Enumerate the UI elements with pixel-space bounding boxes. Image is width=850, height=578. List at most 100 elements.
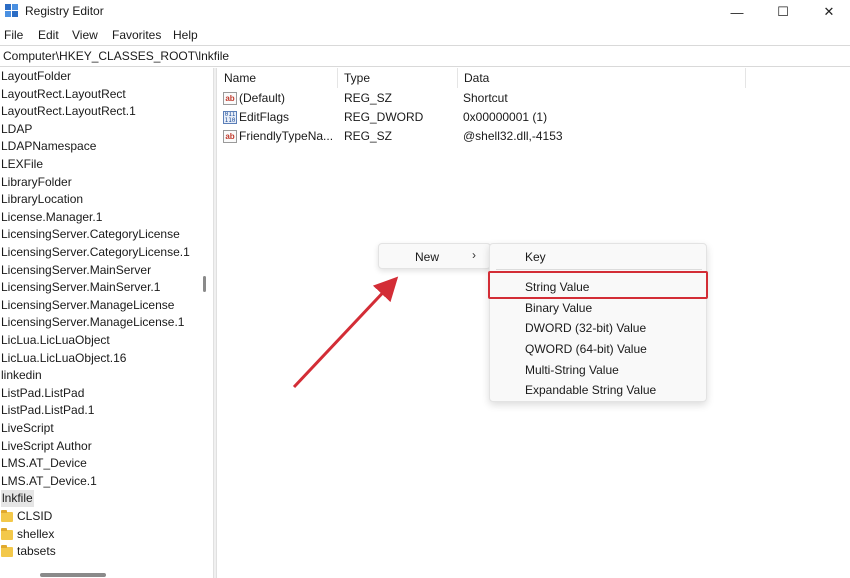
value-data: 0x00000001 (1) xyxy=(463,110,548,124)
tree-item[interactable]: LDAP xyxy=(0,121,196,138)
tree-horizontal-scroll-thumb[interactable] xyxy=(40,573,106,577)
close-button[interactable]: ✕ xyxy=(806,0,850,24)
column-header-name[interactable]: Name xyxy=(218,68,338,88)
submenu-qword-value[interactable]: QWORD (64-bit) Value xyxy=(490,339,708,359)
tree-item[interactable]: LMS.AT_Device.1 xyxy=(0,473,196,490)
tree-item-label: LayoutRect.LayoutRect.1 xyxy=(1,104,136,119)
tree-item-label: LicLua.LicLuaObject.16 xyxy=(1,350,127,365)
column-header-data[interactable]: Data xyxy=(458,68,746,88)
value-type: REG_DWORD xyxy=(344,110,424,124)
title-bar: Registry Editor — ☐ ✕ xyxy=(0,0,850,24)
menu-view[interactable]: View xyxy=(72,28,98,42)
new-submenu: Key String Value Binary Value DWORD (32-… xyxy=(489,243,707,402)
tree-vertical-scrollbar[interactable] xyxy=(199,68,211,578)
tree-item-label: LEXFile xyxy=(1,157,44,171)
tree-item[interactable]: CLSID xyxy=(0,508,196,525)
value-row[interactable]: ab (Default) REG_SZ Shortcut xyxy=(218,89,850,108)
value-name: EditFlags xyxy=(239,110,290,124)
address-path[interactable]: Computer\HKEY_CLASSES_ROOT\lnkfile xyxy=(3,49,229,63)
tree-item[interactable]: tabsets xyxy=(0,543,196,560)
folder-icon xyxy=(1,545,13,558)
tree-item[interactable]: LEXFile xyxy=(0,156,196,173)
tree-item[interactable]: LicensingServer.CategoryLicense xyxy=(0,226,196,243)
tree-item-label: ListPad.ListPad.1 xyxy=(1,403,95,418)
tree-item-label: ListPad.ListPad xyxy=(1,385,85,400)
tree-item-label: tabsets xyxy=(17,544,56,559)
submenu-multi-string-value[interactable]: Multi-String Value xyxy=(490,360,708,380)
tree-item[interactable]: LibraryLocation xyxy=(0,191,196,208)
submenu-dword-value[interactable]: DWORD (32-bit) Value xyxy=(490,318,708,338)
submenu-multi-string-value-label: Multi-String Value xyxy=(525,363,619,377)
tree-item-label: LayoutRect.LayoutRect xyxy=(1,86,126,101)
submenu-separator xyxy=(496,269,702,270)
tree-item-label: LDAPNamespace xyxy=(1,139,97,154)
submenu-binary-value[interactable]: Binary Value xyxy=(490,298,708,318)
tree-item-label: LMS.AT_Device xyxy=(1,456,87,471)
registry-editor-icon xyxy=(5,4,19,18)
tree-item[interactable]: ListPad.ListPad xyxy=(0,385,196,402)
submenu-dword-value-label: DWORD (32-bit) Value xyxy=(525,321,647,335)
tree-item-label: License.Manager.1 xyxy=(1,209,103,224)
maximize-button[interactable]: ☐ xyxy=(760,0,806,24)
menu-favorites[interactable]: Favorites xyxy=(112,28,161,42)
tree-item-label: lnkfile xyxy=(1,490,34,508)
tree-item[interactable]: LibraryFolder xyxy=(0,174,196,191)
tree-item[interactable]: ListPad.ListPad.1 xyxy=(0,402,196,419)
tree-item[interactable]: shellex xyxy=(0,526,196,543)
submenu-key-label: Key xyxy=(525,250,546,264)
folder-icon xyxy=(1,527,13,540)
value-row[interactable]: ab FriendlyTypeNa... REG_SZ @shell32.dll,-4… xyxy=(218,127,850,146)
tree-item[interactable]: LicensingServer.MainServer xyxy=(0,262,196,279)
tree-scroll-thumb[interactable] xyxy=(203,276,206,292)
tree-item[interactable]: LicLua.LicLuaObject xyxy=(0,332,196,349)
key-tree[interactable]: LayoutFolder LayoutRect.LayoutRect LayoutR… xyxy=(0,68,196,578)
tree-item[interactable]: LicensingServer.ManageLicense.1 xyxy=(0,314,196,331)
tree-item[interactable]: LDAPNamespace xyxy=(0,138,196,155)
tree-item[interactable]: LicensingServer.MainServer.1 xyxy=(0,279,196,296)
tree-item[interactable]: LayoutRect.LayoutRect.1 xyxy=(0,103,196,120)
close-icon: ✕ xyxy=(823,4,835,19)
tree-item[interactable]: LicensingServer.CategoryLicense.1 xyxy=(0,244,196,261)
tree-item[interactable]: lnkfile xyxy=(0,490,196,508)
value-data: @shell32.dll,-4153 xyxy=(463,129,563,143)
highlight-annotation xyxy=(488,271,708,299)
value-row[interactable]: 011 110 EditFlags REG_DWORD 0x00000001 (1) xyxy=(218,108,850,127)
binary-value-icon: 011 110 xyxy=(223,111,237,124)
tree-item-label: LicLua.LicLuaObject xyxy=(1,333,110,347)
column-header-type[interactable]: Type xyxy=(338,68,458,88)
pane-splitter[interactable] xyxy=(213,68,217,578)
tree-item-label: LicensingServer.MainServer xyxy=(1,262,152,277)
menu-edit[interactable]: Edit xyxy=(38,28,59,42)
tree-item-label: LiveScript xyxy=(1,421,54,435)
minimize-button[interactable]: — xyxy=(714,0,760,24)
address-bar[interactable]: Computer\HKEY_CLASSES_ROOT\lnkfile xyxy=(0,45,850,67)
tree-item[interactable]: License.Manager.1 xyxy=(0,209,196,226)
tree-item-label: linkedin xyxy=(1,368,42,383)
window-title: Registry Editor xyxy=(25,4,104,18)
tree-item[interactable]: LayoutRect.LayoutRect xyxy=(0,86,196,103)
tree-item[interactable]: LMS.AT_Device xyxy=(0,455,196,472)
tree-item-label: LicensingServer.CategoryLicense xyxy=(1,227,180,242)
submenu-expandable-string-value[interactable]: Expandable String Value xyxy=(490,380,708,400)
tree-item[interactable]: LayoutFolder xyxy=(0,68,196,85)
tree-item[interactable]: linkedin xyxy=(0,367,196,384)
tree-item[interactable]: LiveScript xyxy=(0,420,196,437)
menu-help[interactable]: Help xyxy=(173,28,198,42)
tree-item-label: CLSID xyxy=(17,509,53,523)
context-menu-new[interactable]: New › xyxy=(378,243,491,269)
string-value-icon: ab xyxy=(223,130,237,143)
menu-file[interactable]: File xyxy=(4,28,23,42)
tree-item[interactable]: LicLua.LicLuaObject.16 xyxy=(0,350,196,367)
value-name: (Default) xyxy=(239,91,286,105)
submenu-qword-value-label: QWORD (64-bit) Value xyxy=(525,342,647,356)
tree-item[interactable]: LiveScript Author xyxy=(0,438,196,455)
folder-icon xyxy=(1,510,13,522)
string-value-icon: ab xyxy=(223,92,237,105)
value-type: REG_SZ xyxy=(344,129,393,143)
submenu-expandable-string-value-label: Expandable String Value xyxy=(525,383,657,397)
tree-item-label: LDAP xyxy=(1,121,33,136)
submenu-key[interactable]: Key xyxy=(490,247,708,267)
tree-item-label: LibraryLocation xyxy=(1,192,84,207)
tree-item[interactable]: LicensingServer.ManageLicense xyxy=(0,297,196,314)
submenu-binary-value-label: Binary Value xyxy=(525,301,593,315)
